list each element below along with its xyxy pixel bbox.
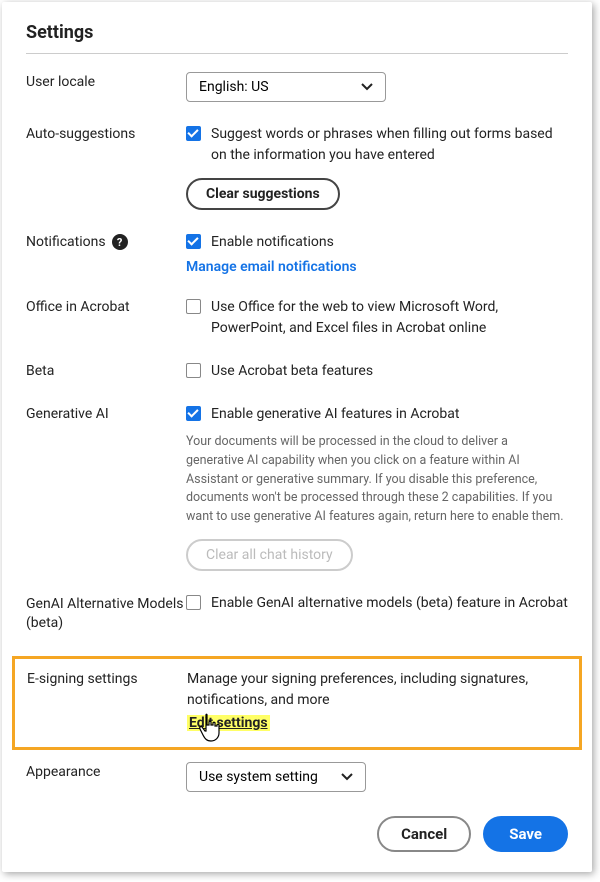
row-appearance: Appearance Use system setting — [26, 762, 568, 792]
row-notifications: Notifications ? Enable notifications Man… — [26, 232, 568, 275]
save-button[interactable]: Save — [483, 816, 568, 852]
locale-select[interactable]: English: US — [186, 72, 386, 102]
appearance-select[interactable]: Use system setting — [186, 762, 366, 792]
esign-highlight-box: E-signing settings Manage your signing p… — [12, 656, 582, 750]
text-genai-alt: Enable GenAI alternative models (beta) f… — [211, 593, 568, 614]
chevron-down-icon — [361, 79, 373, 95]
row-genai-alt: GenAI Alternative Models (beta) Enable G… — [26, 593, 568, 634]
clear-suggestions-button[interactable]: Clear suggestions — [186, 178, 340, 210]
checkbox-genai-alt[interactable] — [186, 595, 201, 610]
checkbox-notifications[interactable] — [186, 234, 201, 249]
label-user-locale: User locale — [26, 72, 186, 90]
text-notifications: Enable notifications — [211, 232, 334, 253]
desc-genai: Your documents will be processed in the … — [186, 433, 568, 527]
text-genai: Enable generative AI features in Acrobat — [211, 404, 459, 425]
help-icon[interactable]: ? — [112, 234, 128, 250]
clear-chat-history-button[interactable]: Clear all chat history — [186, 539, 353, 571]
checkbox-auto-suggestions[interactable] — [186, 126, 201, 141]
manage-email-link[interactable]: Manage email notifications — [186, 259, 357, 275]
row-user-locale: User locale English: US — [26, 72, 568, 102]
edit-settings-link[interactable]: Edit settings — [187, 715, 270, 731]
checkbox-office[interactable] — [186, 299, 201, 314]
text-office: Use Office for the web to view Microsoft… — [211, 297, 568, 339]
label-auto-suggestions: Auto-suggestions — [26, 124, 186, 142]
divider — [26, 53, 568, 54]
label-genai: Generative AI — [26, 404, 186, 422]
locale-value: English: US — [199, 79, 269, 95]
row-beta: Beta Use Acrobat beta features — [26, 361, 568, 382]
row-esign: E-signing settings Manage your signing p… — [27, 669, 567, 731]
cancel-button[interactable]: Cancel — [377, 816, 471, 852]
text-beta: Use Acrobat beta features — [211, 361, 373, 382]
label-appearance: Appearance — [26, 762, 186, 780]
row-auto-suggestions: Auto-suggestions Suggest words or phrase… — [26, 124, 568, 210]
checkbox-genai[interactable] — [186, 406, 201, 421]
label-beta: Beta — [26, 361, 186, 379]
footer: Cancel Save — [377, 816, 568, 852]
text-esign: Manage your signing preferences, includi… — [187, 669, 567, 711]
row-office: Office in Acrobat Use Office for the web… — [26, 297, 568, 339]
label-esign: E-signing settings — [27, 669, 187, 687]
label-notifications: Notifications — [26, 234, 106, 250]
row-genai: Generative AI Enable generative AI featu… — [26, 404, 568, 571]
label-genai-alt: GenAI Alternative Models (beta) — [26, 593, 186, 634]
label-office: Office in Acrobat — [26, 297, 186, 315]
checkbox-beta[interactable] — [186, 363, 201, 378]
text-auto-suggestions: Suggest words or phrases when filling ou… — [211, 124, 568, 166]
page-title: Settings — [26, 22, 568, 43]
settings-panel: Settings User locale English: US Auto-su… — [2, 2, 592, 872]
chevron-down-icon — [341, 769, 353, 785]
appearance-value: Use system setting — [199, 769, 318, 785]
